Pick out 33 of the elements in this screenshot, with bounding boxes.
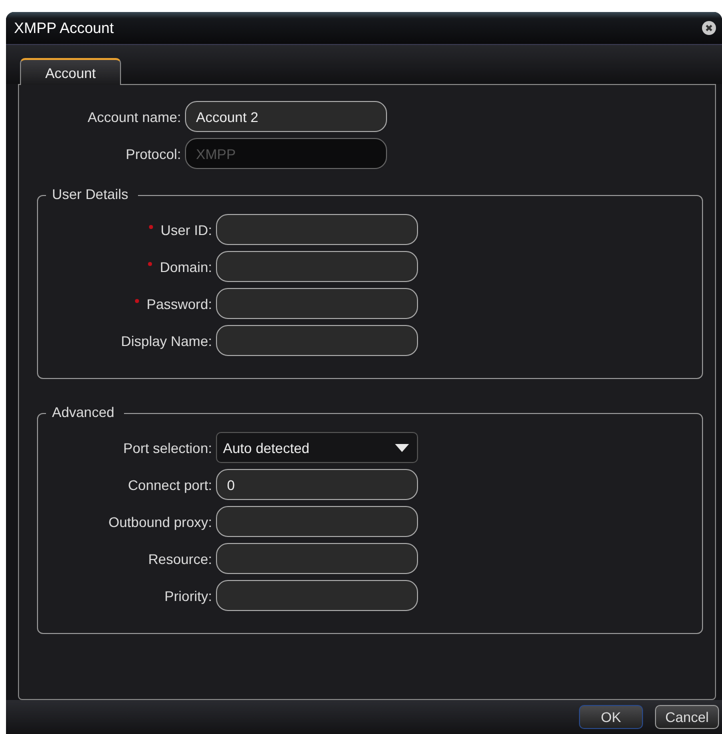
dropdown-value: Auto detected: [223, 440, 310, 456]
field-label: Resource:: [148, 550, 212, 566]
port-dropdown[interactable]: Auto detected: [216, 432, 418, 463]
input-field[interactable]: [216, 506, 418, 537]
window-title: XMPP Account: [14, 20, 114, 36]
field-label: Account name:: [86, 108, 181, 124]
input-field[interactable]: [216, 251, 418, 282]
field-label: User ID:: [160, 222, 212, 238]
caret-icon: [395, 444, 409, 452]
field-value: XMPP: [196, 146, 236, 162]
tab[interactable]: Account: [20, 58, 121, 85]
field-label: Domain:: [160, 258, 212, 274]
field-value: Account 2: [196, 108, 258, 124]
close-icon[interactable]: [702, 21, 716, 35]
dialog-button[interactable]: OK: [579, 705, 643, 729]
input-field[interactable]: [216, 543, 418, 574]
field-label: Protocol:: [124, 146, 181, 162]
field-label: Password:: [146, 296, 212, 312]
dialog-button[interactable]: Cancel: [655, 705, 719, 729]
field-label: Outbound proxy:: [108, 514, 212, 530]
field-label: Priority:: [164, 588, 212, 604]
field-value: 0: [227, 476, 235, 492]
group-title: User Details: [46, 186, 138, 202]
input-field[interactable]: 0: [216, 469, 418, 500]
field-label: Connect port:: [128, 476, 212, 492]
group-title: Advanced: [46, 404, 124, 420]
input-field[interactable]: [216, 214, 418, 245]
input-field[interactable]: [216, 288, 418, 319]
field-label: Display Name:: [120, 332, 212, 348]
input-field[interactable]: [216, 580, 418, 611]
field-label: Port selection:: [123, 440, 212, 456]
input-field[interactable]: Account 2: [185, 101, 387, 132]
input-field[interactable]: [216, 325, 418, 356]
